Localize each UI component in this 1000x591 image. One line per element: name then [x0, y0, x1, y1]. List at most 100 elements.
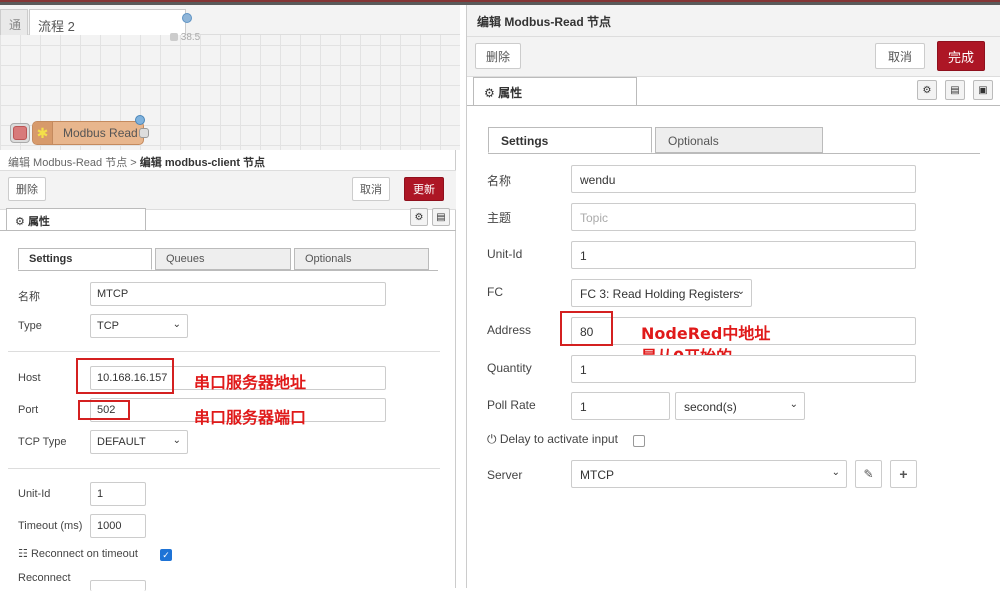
breadcrumb-separator: > — [130, 157, 137, 169]
appearance-icon[interactable]: ▣ — [973, 80, 993, 100]
poll-rate-input[interactable]: 1 — [571, 392, 670, 420]
reconnect-checkbox[interactable]: ✓ — [160, 549, 172, 561]
chevron-down-icon: ⌄ — [172, 319, 181, 330]
host-label: Host — [18, 372, 41, 384]
type-select[interactable]: TCP ⌄ — [90, 314, 188, 338]
port-highlight — [78, 400, 130, 420]
done-button[interactable]: 完成 — [937, 41, 985, 71]
quantity-input[interactable]: 1 — [571, 355, 916, 383]
unit-id-input[interactable]: 1 — [571, 241, 916, 269]
right-toolbar: 删除 取消 完成 — [467, 37, 1000, 77]
tcp-type-select-value: DEFAULT — [97, 436, 146, 448]
node-changed-indicator — [13, 126, 27, 140]
type-select-value: TCP — [97, 320, 119, 332]
fc-select-value: FC 3: Read Holding Registers — [580, 287, 740, 301]
tab-properties[interactable]: ⚙ 属性 — [473, 77, 637, 105]
add-server-button[interactable]: + — [890, 460, 917, 488]
node-body[interactable]: ✱ Modbus Read — [32, 115, 149, 145]
timeout-label: Timeout (ms) — [18, 520, 83, 532]
tab-properties[interactable]: ⚙ 属性 — [6, 208, 146, 230]
flow-canvas[interactable]: 通道 流程 2 38.5 ✱ Modbus Read — [0, 5, 460, 150]
cancel-button[interactable]: 取消 — [875, 43, 925, 69]
chevron-down-icon: ⌄ — [789, 399, 798, 410]
timeout-input[interactable]: 1000 — [90, 514, 146, 538]
name-label: 名称 — [18, 291, 40, 303]
properties-underline — [467, 105, 1000, 106]
tab-properties-label: 属性 — [27, 216, 50, 228]
gear-icon: ⚙ — [15, 216, 25, 228]
unit-id-input[interactable]: 1 — [90, 482, 146, 506]
reconnect-label: ☷ Reconnect on timeout — [18, 547, 138, 560]
type-label: Type — [18, 320, 42, 332]
server-select-value: MTCP — [580, 468, 614, 482]
name-input[interactable]: MTCP — [90, 282, 386, 306]
mini-node[interactable]: 38.5 — [170, 32, 200, 43]
chevron-down-icon: ⌄ — [831, 467, 840, 478]
address-highlight — [560, 311, 613, 346]
server-label: Server — [487, 468, 523, 482]
modbus-client-dialog: 编辑 Modbus-Read 节点 > 编辑 modbus-client 节点 … — [0, 150, 456, 591]
breadcrumb-parent[interactable]: 编辑 Modbus-Read 节点 — [8, 157, 127, 169]
quantity-label: Quantity — [487, 361, 532, 375]
chevron-down-icon: ⌄ — [172, 435, 181, 446]
name-label: 名称 — [487, 174, 512, 188]
delay-label: ⏻ Delay to activate input — [487, 432, 618, 447]
description-icon[interactable]: ▤ — [945, 80, 965, 100]
tcp-type-select[interactable]: DEFAULT ⌄ — [90, 430, 188, 454]
mini-node-icon — [170, 33, 178, 42]
delay-checkbox[interactable] — [633, 435, 645, 447]
subtabs-underline — [488, 153, 980, 154]
dialog-title: 编辑 Modbus-Read 节点 — [467, 5, 1000, 37]
subtab-optionals[interactable]: Optionals — [655, 127, 823, 153]
gear-icon: ✱ — [33, 122, 53, 144]
modbus-read-node[interactable]: ✱ Modbus Read — [10, 115, 149, 146]
settings-gear-icon[interactable]: ⚙ — [917, 80, 937, 100]
tab-prev[interactable]: 通道 — [0, 9, 28, 35]
port-label: Port — [18, 404, 39, 416]
node-output-port[interactable] — [139, 128, 149, 138]
tcp-type-label: TCP Type — [18, 436, 67, 448]
delete-button[interactable]: 删除 — [8, 177, 46, 201]
subtab-queues[interactable]: Queues — [155, 248, 291, 270]
power-icon: ⏻ — [487, 432, 497, 446]
node-status-icon — [135, 115, 145, 125]
subtab-optionals[interactable]: Optionals — [294, 248, 429, 270]
name-input[interactable]: wendu — [571, 165, 916, 193]
topic-input[interactable]: Topic — [571, 203, 916, 231]
address-label: Address — [487, 323, 532, 337]
fc-select[interactable]: FC 3: Read Holding Registers ⌄ — [571, 279, 752, 307]
node-label: Modbus Read — [63, 126, 138, 140]
chevron-down-icon: ⌄ — [736, 286, 745, 297]
pencil-icon: ✎ — [863, 467, 874, 481]
server-select[interactable]: MTCP ⌄ — [571, 460, 847, 488]
plus-icon: + — [899, 466, 908, 482]
cancel-button[interactable]: 取消 — [352, 177, 390, 201]
reconnect-input[interactable] — [90, 580, 146, 591]
reconnect-label-text: Reconnect on timeout — [30, 548, 138, 560]
delete-button[interactable]: 删除 — [475, 43, 521, 69]
topic-label: 主题 — [487, 211, 512, 225]
subtabs-underline — [18, 270, 438, 271]
update-button[interactable]: 更新 — [404, 177, 444, 201]
top-accent — [0, 0, 1000, 2]
breadcrumb-current: 编辑 modbus-client 节点 — [139, 157, 266, 169]
settings-gear-icon[interactable]: ⚙ — [410, 208, 428, 226]
host-highlight — [76, 358, 174, 394]
modbus-read-dialog: 编辑 Modbus-Read 节点 删除 取消 完成 ⚙ 属性 ⚙ ▤ ▣ Se… — [466, 5, 1000, 588]
reconnect-label-2: Reconnect — [18, 572, 71, 584]
delay-label-text: Delay to activate input — [499, 432, 618, 446]
section-divider — [8, 468, 440, 469]
subtab-settings[interactable]: Settings — [18, 248, 152, 270]
tab-properties-label: 属性 — [498, 86, 523, 100]
edit-server-button[interactable]: ✎ — [855, 460, 882, 488]
properties-underline — [0, 230, 456, 231]
description-icon[interactable]: ▤ — [432, 208, 450, 226]
poll-unit-select[interactable]: second(s) ⌄ — [675, 392, 805, 420]
subtab-settings[interactable]: Settings — [488, 127, 652, 153]
section-divider — [8, 351, 440, 352]
mini-node-value: 38.5 — [180, 32, 201, 43]
fc-label: FC — [487, 285, 503, 299]
breadcrumb: 编辑 Modbus-Read 节点 > 编辑 modbus-client 节点 — [8, 154, 265, 170]
host-annotation: 串口服务器地址 — [194, 373, 307, 392]
tab-current[interactable]: 流程 2 — [29, 9, 186, 35]
